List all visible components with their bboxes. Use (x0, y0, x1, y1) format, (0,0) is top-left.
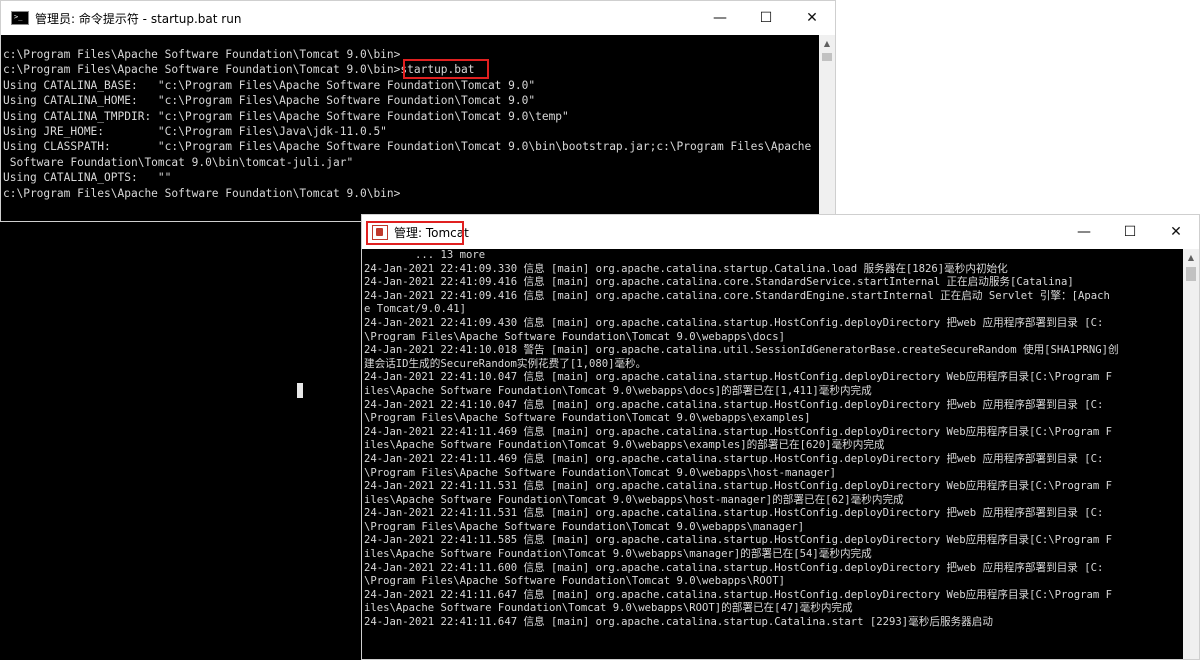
tomcat-window[interactable]: 管理: Tomcat — ☐ ✕ ... 13 more 24-Jan-2021… (361, 214, 1200, 660)
cmd-console-lower (0, 222, 362, 660)
log-line: 建会话ID生成的SecureRandom实例花费了[1,080]毫秒。 (364, 357, 647, 370)
cmd-close-button[interactable]: ✕ (789, 1, 835, 35)
log-line: \Program Files\Apache Software Foundatio… (364, 412, 811, 425)
cmd-scroll-thumb[interactable] (822, 53, 832, 61)
log-line: \Program Files\Apache Software Foundatio… (364, 466, 836, 479)
log-line: iles\Apache Software Foundation\Tomcat 9… (364, 439, 885, 452)
log-line: 24-Jan-2021 22:41:11.600 信息 [main] org.a… (364, 561, 1104, 574)
cmd-titlebar[interactable]: >_ 管理员: 命令提示符 - startup.bat run — ☐ ✕ (1, 1, 835, 35)
log-line: \Program Files\Apache Software Foundatio… (364, 575, 785, 588)
log-line: 24-Jan-2021 22:41:11.585 信息 [main] org.a… (364, 534, 1113, 547)
cmd-scrollbar[interactable]: ▲ (819, 35, 835, 221)
tomcat-icon (372, 224, 388, 240)
cmd-line: Using JRE_HOME: "C:\Program Files\Java\j… (3, 125, 387, 139)
startup-command-highlight (403, 59, 489, 79)
log-line: 24-Jan-2021 22:41:10.018 警告 [main] org.a… (364, 344, 1119, 357)
cmd-line: Using CATALINA_HOME: "c:\Program Files\A… (3, 94, 536, 108)
cmd-line: Using CATALINA_TMPDIR: "c:\Program Files… (3, 109, 569, 123)
cmd-window-title: 管理员: 命令提示符 - startup.bat run (35, 11, 242, 26)
log-line: 24-Jan-2021 22:41:09.416 信息 [main] org.a… (364, 276, 1074, 289)
cmd-maximize-button[interactable]: ☐ (743, 1, 789, 35)
text-cursor (297, 383, 303, 398)
log-line: 24-Jan-2021 22:41:10.047 信息 [main] org.a… (364, 398, 1104, 411)
log-line: 24-Jan-2021 22:41:09.430 信息 [main] org.a… (364, 316, 1104, 329)
log-line: 24-Jan-2021 22:41:09.330 信息 [main] org.a… (364, 262, 1008, 275)
cmd-line: c:\Program Files\Apache Software Foundat… (3, 186, 401, 200)
log-line: ... 13 more (364, 249, 486, 261)
scroll-up-arrow-icon[interactable]: ▲ (819, 35, 835, 51)
log-line: 24-Jan-2021 22:41:11.647 信息 [main] org.a… (364, 616, 993, 629)
tomcat-output: ... 13 more 24-Jan-2021 22:41:09.330 信息 … (362, 249, 1183, 630)
cmd-icon: >_ (11, 11, 29, 25)
cmd-line: Using CLASSPATH: "c:\Program Files\Apach… (3, 140, 812, 154)
log-line: iles\Apache Software Foundation\Tomcat 9… (364, 384, 872, 397)
tomcat-titlebar[interactable]: 管理: Tomcat — ☐ ✕ (362, 215, 1199, 249)
log-line: iles\Apache Software Foundation\Tomcat 9… (364, 493, 904, 506)
log-line: \Program Files\Apache Software Foundatio… (364, 330, 785, 343)
tomcat-scrollbar[interactable]: ▲ (1183, 249, 1199, 659)
log-line: e Tomcat/9.0.41] (364, 303, 467, 316)
log-line: 24-Jan-2021 22:41:10.047 信息 [main] org.a… (364, 371, 1113, 384)
cmd-line: Using CATALINA_OPTS: "" (3, 171, 172, 185)
log-line: iles\Apache Software Foundation\Tomcat 9… (364, 602, 853, 615)
cmd-minimize-button[interactable]: — (697, 1, 743, 35)
tomcat-console[interactable]: ... 13 more 24-Jan-2021 22:41:09.330 信息 … (362, 249, 1183, 659)
log-line: 24-Jan-2021 22:41:11.469 信息 [main] org.a… (364, 452, 1104, 465)
cmd-window[interactable]: >_ 管理员: 命令提示符 - startup.bat run — ☐ ✕ c:… (0, 0, 836, 222)
cmd-line: Software Foundation\Tomcat 9.0\bin\tomca… (3, 155, 354, 169)
tomcat-close-button[interactable]: ✕ (1153, 215, 1199, 249)
log-line: iles\Apache Software Foundation\Tomcat 9… (364, 548, 872, 561)
log-line: 24-Jan-2021 22:41:11.469 信息 [main] org.a… (364, 425, 1113, 438)
log-line: 24-Jan-2021 22:41:11.531 信息 [main] org.a… (364, 480, 1113, 493)
log-line: 24-Jan-2021 22:41:11.647 信息 [main] org.a… (364, 588, 1113, 601)
log-line: 24-Jan-2021 22:41:11.531 信息 [main] org.a… (364, 507, 1104, 520)
cmd-line: Using CATALINA_BASE: "c:\Program Files\A… (3, 78, 536, 92)
tomcat-minimize-button[interactable]: — (1061, 215, 1107, 249)
log-line: \Program Files\Apache Software Foundatio… (364, 520, 805, 533)
scroll-up-arrow-icon[interactable]: ▲ (1183, 249, 1199, 265)
log-line: 24-Jan-2021 22:41:09.416 信息 [main] org.a… (364, 289, 1110, 302)
tomcat-maximize-button[interactable]: ☐ (1107, 215, 1153, 249)
tomcat-scroll-thumb[interactable] (1186, 267, 1196, 281)
